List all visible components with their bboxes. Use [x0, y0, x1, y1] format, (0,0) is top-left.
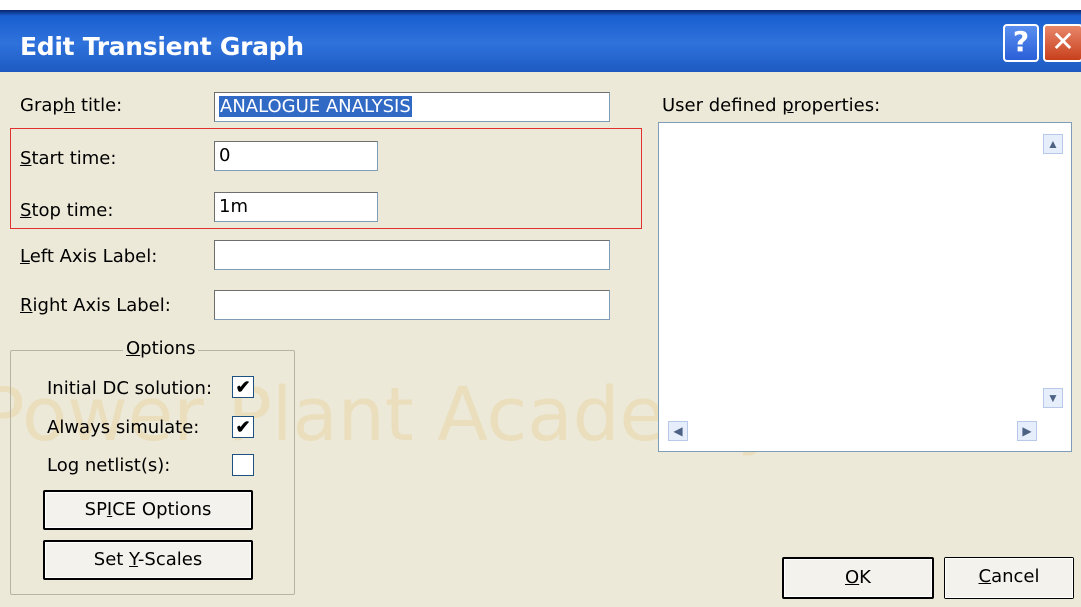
spice-options-button[interactable]: SPICE Options [43, 490, 253, 530]
scroll-down-button[interactable]: ▼ [1043, 388, 1063, 408]
set-y-scales-button[interactable]: Set Y-Scales [43, 540, 253, 580]
scroll-left-button[interactable]: ◀ [668, 421, 688, 441]
help-button[interactable]: ? [1003, 24, 1039, 62]
window-title: Edit Transient Graph [20, 32, 304, 61]
left-axis-input[interactable] [214, 240, 610, 270]
log-netlist-checkbox[interactable] [232, 454, 254, 476]
always-simulate-checkbox[interactable]: ✔ [232, 416, 254, 438]
initial-dc-label: Initial DC solution: [47, 378, 213, 399]
user-properties-textarea[interactable]: ▲ ▼ ◀ ▶ [658, 122, 1072, 452]
initial-dc-checkbox[interactable]: ✔ [232, 376, 254, 398]
scroll-down-icon: ▼ [1047, 391, 1059, 405]
help-icon: ? [1012, 25, 1030, 58]
always-simulate-label: Always simulate: [47, 417, 200, 438]
user-properties-label: User defined properties: [662, 95, 881, 116]
close-icon: ✕ [1051, 25, 1075, 58]
start-time-label: Start time: [20, 148, 117, 169]
scroll-right-icon: ▶ [1022, 424, 1032, 438]
options-group-title: Options [123, 338, 199, 359]
right-axis-label: Right Axis Label: [20, 295, 171, 316]
start-time-input[interactable]: 0 [214, 141, 378, 171]
scroll-right-button[interactable]: ▶ [1017, 421, 1037, 441]
stop-time-input[interactable]: 1m [214, 192, 378, 222]
scroll-up-button[interactable]: ▲ [1043, 134, 1063, 154]
scroll-left-icon: ◀ [673, 424, 683, 438]
ok-button[interactable]: OK [782, 557, 934, 599]
graph-title-input[interactable]: ANALOGUE ANALYSIS [214, 92, 610, 122]
graph-title-label: Graph title: [20, 95, 123, 116]
right-axis-input[interactable] [214, 290, 610, 320]
close-button[interactable]: ✕ [1043, 24, 1081, 62]
stop-time-label: Stop time: [20, 200, 114, 221]
left-axis-label: Left Axis Label: [20, 246, 158, 267]
log-netlist-label: Log netlist(s): [47, 455, 171, 476]
cancel-button[interactable]: Cancel [944, 557, 1074, 599]
scroll-up-icon: ▲ [1047, 137, 1059, 151]
